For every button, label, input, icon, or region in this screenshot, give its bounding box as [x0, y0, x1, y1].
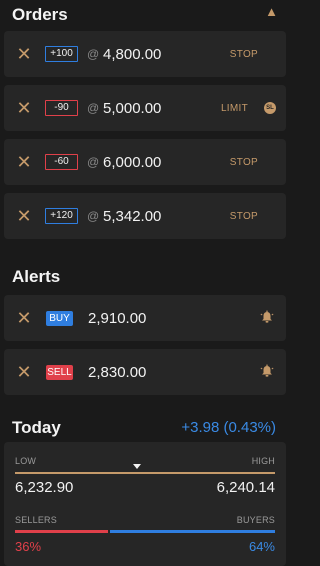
at-symbol: @	[87, 155, 100, 169]
alerts-title: Alerts	[12, 267, 61, 286]
bell-icon[interactable]	[260, 364, 274, 378]
alert-row[interactable]: ✕ SELL 2,830.00	[4, 349, 286, 395]
low-value: 6,232.90	[15, 479, 74, 496]
buyers-label: BUYERS	[236, 515, 275, 525]
alert-price: 2,830.00	[88, 363, 147, 381]
order-row[interactable]: ✕ -60 @ 6,000.00 STOP	[4, 139, 286, 185]
at-symbol: @	[87, 101, 100, 115]
alert-side-tag: SELL	[46, 364, 73, 380]
order-row[interactable]: ✕ +100 @ 4,800.00 STOP	[4, 31, 286, 77]
order-price: 4,800.00	[103, 45, 162, 63]
order-row[interactable]: ✕ +120 @ 5,342.00 STOP	[4, 193, 286, 239]
order-qty: -90	[45, 100, 78, 116]
buyers-percent: 64%	[248, 539, 275, 554]
order-type: LIMIT	[220, 102, 248, 114]
order-type: STOP	[229, 210, 258, 222]
order-qty: +100	[45, 46, 78, 62]
close-icon[interactable]: ✕	[4, 153, 44, 171]
order-price: 5,000.00	[103, 99, 162, 117]
bell-icon[interactable]	[260, 310, 274, 324]
alert-side-tag: BUY	[46, 310, 73, 326]
stop-loss-badge: SL	[264, 102, 276, 114]
sellers-percent: 36%	[15, 539, 42, 554]
today-title: Today	[12, 418, 61, 437]
at-symbol: @	[87, 209, 100, 223]
chevron-up-icon[interactable]: ▲	[265, 4, 278, 19]
current-price-marker	[133, 464, 142, 469]
day-range-bar	[15, 472, 275, 474]
high-value: 6,240.14	[216, 479, 275, 496]
orders-title: Orders	[12, 5, 68, 24]
close-icon[interactable]: ✕	[4, 363, 44, 381]
order-type: STOP	[229, 48, 258, 60]
today-stats-panel: LOW HIGH 6,232.90 6,240.14 SELLERS BUYER…	[4, 442, 286, 566]
today-change: +3.98 (0.43%)	[181, 419, 276, 436]
high-label: HIGH	[251, 456, 275, 466]
close-icon[interactable]: ✕	[4, 99, 44, 117]
order-qty: -60	[45, 154, 78, 170]
order-qty: +120	[45, 208, 78, 224]
order-row[interactable]: ✕ -90 @ 5,000.00 LIMIT SL	[4, 85, 286, 131]
sellers-label: SELLERS	[15, 515, 57, 525]
close-icon[interactable]: ✕	[4, 45, 44, 63]
buyers-bar	[109, 530, 275, 533]
order-type: STOP	[229, 156, 258, 168]
sellers-bar	[15, 530, 108, 533]
alert-row[interactable]: ✕ BUY 2,910.00	[4, 295, 286, 341]
order-price: 6,000.00	[103, 153, 162, 171]
close-icon[interactable]: ✕	[4, 309, 44, 327]
alert-price: 2,910.00	[88, 309, 147, 327]
sentiment-bar	[15, 530, 275, 533]
at-symbol: @	[87, 47, 100, 61]
low-label: LOW	[15, 456, 37, 466]
close-icon[interactable]: ✕	[4, 207, 44, 225]
order-price: 5,342.00	[103, 207, 162, 225]
